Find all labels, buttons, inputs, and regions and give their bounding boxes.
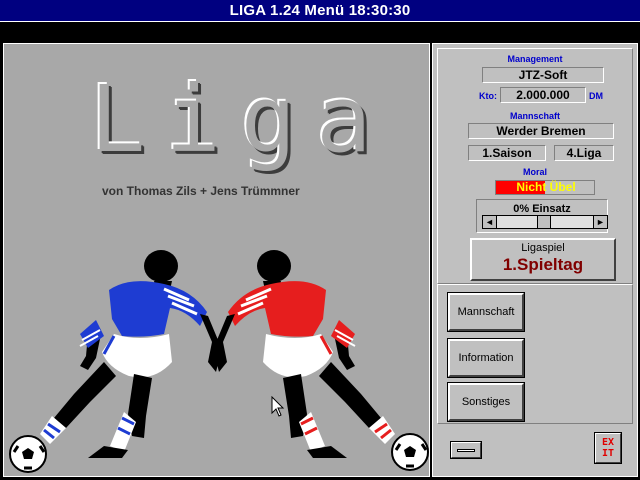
information-button[interactable]: Information <box>447 338 525 378</box>
management-heading: Management <box>507 54 563 64</box>
mannschaft-button[interactable]: Mannschaft <box>447 292 525 332</box>
season-field: 1.Saison <box>468 145 546 161</box>
nav-panel: Mannschaft Information Sonstiges <box>437 284 633 424</box>
moral-bar: Nicht Übel <box>495 180 595 195</box>
red-player-image <box>215 250 429 471</box>
slider-left-arrow-icon[interactable]: ◄ <box>483 216 497 228</box>
league-field: 4.Liga <box>554 145 614 161</box>
spieltag-label: 1.Spieltag <box>502 255 584 274</box>
minimize-bar-icon <box>457 449 475 452</box>
exit-button[interactable]: EX IT <box>594 432 622 464</box>
title-bar: LIGA 1.24 Menü 18:30:30 <box>0 0 640 22</box>
splash-panel: Liga von Thomas Zils + Jens Trümmner <box>3 43 430 477</box>
kto-label: Kto: <box>479 91 497 101</box>
einsatz-label: 0% Einsatz <box>513 203 571 215</box>
exit-icon: EX IT <box>601 437 615 459</box>
team-name-field: Werder Bremen <box>468 123 614 139</box>
players-illustration <box>9 250 429 473</box>
blue-player-image <box>9 250 220 473</box>
slider-thumb[interactable] <box>537 216 551 228</box>
moral-value: Nicht Übel <box>516 180 576 194</box>
menu-bar <box>0 22 640 42</box>
status-panel: Management JTZ-Soft Kto: 2.000.000 DM Ma… <box>437 48 633 284</box>
team-heading: Mannschaft <box>509 111 560 121</box>
ligaspiel-button[interactable]: Ligaspiel 1.Spieltag <box>470 238 616 281</box>
mouse-cursor-icon <box>271 396 285 417</box>
sonstiges-button[interactable]: Sonstiges <box>447 382 525 422</box>
moral-heading: Moral <box>522 167 547 177</box>
control-panel: Management JTZ-Soft Kto: 2.000.000 DM Ma… <box>432 43 638 477</box>
einsatz-slider[interactable]: ◄ ► <box>482 215 608 229</box>
currency-label: DM <box>589 91 603 101</box>
minimize-button[interactable] <box>450 441 482 459</box>
slider-right-arrow-icon[interactable]: ► <box>593 216 607 228</box>
company-field: JTZ-Soft <box>482 67 604 83</box>
ligaspiel-label: Ligaspiel <box>521 242 565 254</box>
window-title: LIGA 1.24 Menü 18:30:30 <box>229 2 411 19</box>
kto-field: 2.000.000 <box>500 87 586 103</box>
